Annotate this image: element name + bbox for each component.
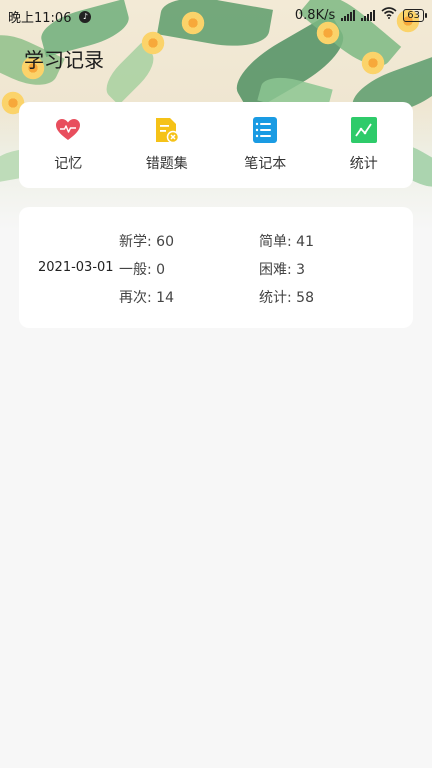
stat-again: 再次: 14 <box>119 290 174 306</box>
stat-easy: 简单: 41 <box>259 234 314 250</box>
nav-label-mistakes: 错题集 <box>145 156 188 172</box>
heart-pulse-icon <box>55 117 81 143</box>
wrong-doc-icon <box>154 117 180 144</box>
nav-item-mistakes[interactable]: 错题集 <box>121 117 213 173</box>
stat-new: 新学: 60 <box>119 234 174 250</box>
signal-icon <box>341 9 356 21</box>
stat-normal: 一般: 0 <box>119 262 166 278</box>
chart-icon <box>350 117 377 143</box>
stat-hard: 困难: 3 <box>259 262 306 278</box>
nav-label-statistics: 统计 <box>349 156 378 172</box>
nav-item-notebook[interactable]: 笔记本 <box>219 117 311 173</box>
page-title: 学习记录 <box>24 48 104 72</box>
signal-icon-2 <box>361 9 376 21</box>
nav-item-statistics[interactable]: 统计 <box>318 117 410 173</box>
notebook-icon <box>252 117 278 143</box>
wifi-icon <box>381 7 397 23</box>
net-speed: 0.8K/s <box>294 7 336 23</box>
nav-card: 记忆 错题集 笔记本 统计 <box>19 102 413 188</box>
status-bar: 晚上11:06 ♪ 0.8K/s 63 <box>0 0 432 30</box>
tiktok-icon: ♪ <box>79 10 92 23</box>
nav-label-memory: 记忆 <box>54 156 83 172</box>
stat-total: 统计: 58 <box>259 290 314 306</box>
nav-label-notebook: 笔记本 <box>244 156 287 172</box>
record-date: 2021-03-01 <box>38 260 114 275</box>
battery-icon: 63 <box>403 8 427 22</box>
status-time: 晚上11:06 <box>8 11 72 26</box>
nav-item-memory[interactable]: 记忆 <box>22 117 114 173</box>
record-card[interactable]: 2021-03-01 新学: 60 简单: 41 一般: 0 困难: 3 再次:… <box>19 207 413 328</box>
